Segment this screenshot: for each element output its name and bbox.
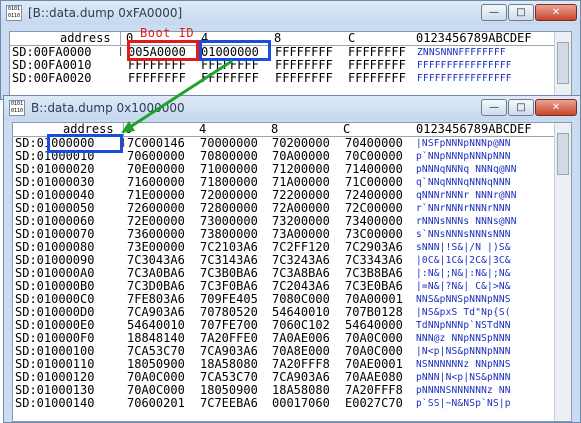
boot-id-highlight: [127, 40, 199, 61]
close-icon: ✕: [551, 7, 561, 18]
cell-ascii: pNNNNSNNNNNNz NN: [416, 385, 511, 396]
table-row[interactable]: SD:00FA0020 FFFFFFFF FFFFFFFF FFFFFFFF FFFFF…: [10, 72, 571, 85]
col-8: 8: [274, 31, 282, 45]
maximize-button[interactable]: □: [508, 99, 534, 116]
close-button[interactable]: ✕: [535, 99, 577, 116]
memory-dump-icon: 0101 0110: [6, 5, 22, 21]
cell-ascii: sNNN|!S&|/N |)S&: [416, 242, 511, 253]
cell-ascii: |0C&|1C&|2C&|3C&: [416, 255, 511, 266]
cell-ascii: p`NNpNNNpNNNpNNN: [416, 151, 511, 162]
col-address: address: [60, 31, 111, 45]
maximize-icon: □: [516, 7, 526, 18]
minimize-button[interactable]: —: [481, 99, 507, 116]
cell-8: FFFFFFFF: [275, 71, 333, 85]
cell-ascii: NNN@z NNpNNSpNNN: [416, 333, 511, 344]
cell-ascii: NNS&pNNSpNNNpNNS: [416, 294, 511, 305]
col-ascii: 0123456789ABCDEF: [416, 122, 532, 136]
cell-ascii: pNNNqNNNq NNNq@NN: [416, 164, 517, 175]
close-button[interactable]: ✕: [535, 4, 577, 21]
cell-ascii: p`SS|~N&NSp`NS|p: [416, 398, 511, 409]
jump-address-highlight: [199, 40, 271, 61]
cell-ascii: s`NNsNNNsNNNsNNN: [416, 229, 511, 240]
cell-ascii: TdNNpNNNp`NSTdNN: [416, 320, 511, 331]
col-c: C: [343, 122, 351, 136]
col-c: C: [348, 31, 356, 45]
cell-4: FFFFFFFF: [201, 71, 259, 85]
cell-0: 70600201: [127, 396, 185, 410]
front-vertical-scrollbar[interactable]: [554, 123, 571, 421]
cell-ascii: |NS&pxS Td"Np{S(: [416, 307, 511, 318]
col-0: 0: [125, 122, 133, 136]
cell-c: FFFFFFFF: [348, 71, 406, 85]
cell-ascii: |=N&|?N&| C&|>N&: [416, 281, 511, 292]
col-8: 8: [271, 122, 279, 136]
cell-ascii: NSNNNNNNz NNpNNS: [416, 359, 511, 370]
row-address: SD:00FA0020: [12, 71, 92, 85]
back-window[interactable]: 0101 0110 [B::data.dump 0xFA0000] — □ ✕ …: [0, 0, 581, 100]
cell-ascii: q`NNqNNNqNNNqNNN: [416, 177, 511, 188]
front-window-titlebar[interactable]: 0101 0110 B::data.dump 0x1000000 — □ ✕: [4, 96, 580, 120]
target-address-highlight: [47, 134, 123, 153]
back-vertical-scrollbar[interactable]: [554, 32, 571, 98]
cell-ascii: FFFFFFFFFFFFFFFF: [417, 73, 512, 84]
cell-8: 00017060: [272, 396, 330, 410]
row-address: SD:01000140: [15, 396, 95, 410]
back-window-title: [B::data.dump 0xFA0000]: [28, 6, 183, 20]
cell-0: FFFFFFFF: [128, 71, 186, 85]
close-icon: ✕: [551, 102, 561, 113]
maximize-icon: □: [516, 102, 526, 113]
cell-c: E0027C70: [345, 396, 403, 410]
col-ascii: 0123456789ABCDEF: [416, 31, 532, 45]
boot-id-label: Boot ID: [140, 26, 195, 40]
maximize-button[interactable]: □: [508, 4, 534, 21]
back-dump-table[interactable]: address 0 4 8 C 0123456789ABCDEF SD:00FA…: [9, 31, 572, 99]
cell-ascii: |N<p|NS&pNNNpNNN: [416, 346, 511, 357]
cell-4: 7C7EEBA6: [200, 396, 258, 410]
cell-ascii: rNNNsNNNs NNNs@NN: [416, 216, 517, 227]
cell-ascii: qNNNrNNNr NNNr@NN: [416, 190, 517, 201]
memory-dump-icon: 0101 0110: [9, 100, 25, 116]
cell-ascii: pNNN|N<p|NS&pNNN: [416, 372, 511, 383]
front-window-title: B::data.dump 0x1000000: [31, 101, 185, 115]
cell-ascii: r`NNrNNNrNNNrNNN: [416, 203, 511, 214]
row-marker: |: [118, 47, 124, 57]
table-row[interactable]: SD:01000140 70600201 7C7EEBA6 00017060 E0027…: [13, 397, 571, 410]
minimize-icon: —: [489, 7, 499, 18]
cell-ascii: |NSFpNNNpNNNp@NN: [416, 138, 511, 149]
back-column-header: address 0 4 8 C 0123456789ABCDEF: [10, 32, 571, 46]
minimize-icon: —: [489, 102, 499, 113]
front-dump-table[interactable]: address 0 4 8 C 0123456789ABCDEF SD:0100…: [12, 122, 572, 422]
col-4: 4: [199, 122, 207, 136]
cell-ascii: |:N&|;N&|:N&|;N&: [416, 268, 511, 279]
cell-ascii: FFFFFFFFFFFFFFFF: [417, 60, 512, 71]
back-window-titlebar[interactable]: 0101 0110 [B::data.dump 0xFA0000] — □ ✕: [1, 1, 580, 25]
front-scroll-thumb[interactable]: [557, 133, 569, 175]
back-scroll-thumb[interactable]: [557, 42, 569, 84]
minimize-button[interactable]: —: [481, 4, 507, 21]
cell-ascii: ZNNSNNNFFFFFFFF: [417, 47, 506, 58]
